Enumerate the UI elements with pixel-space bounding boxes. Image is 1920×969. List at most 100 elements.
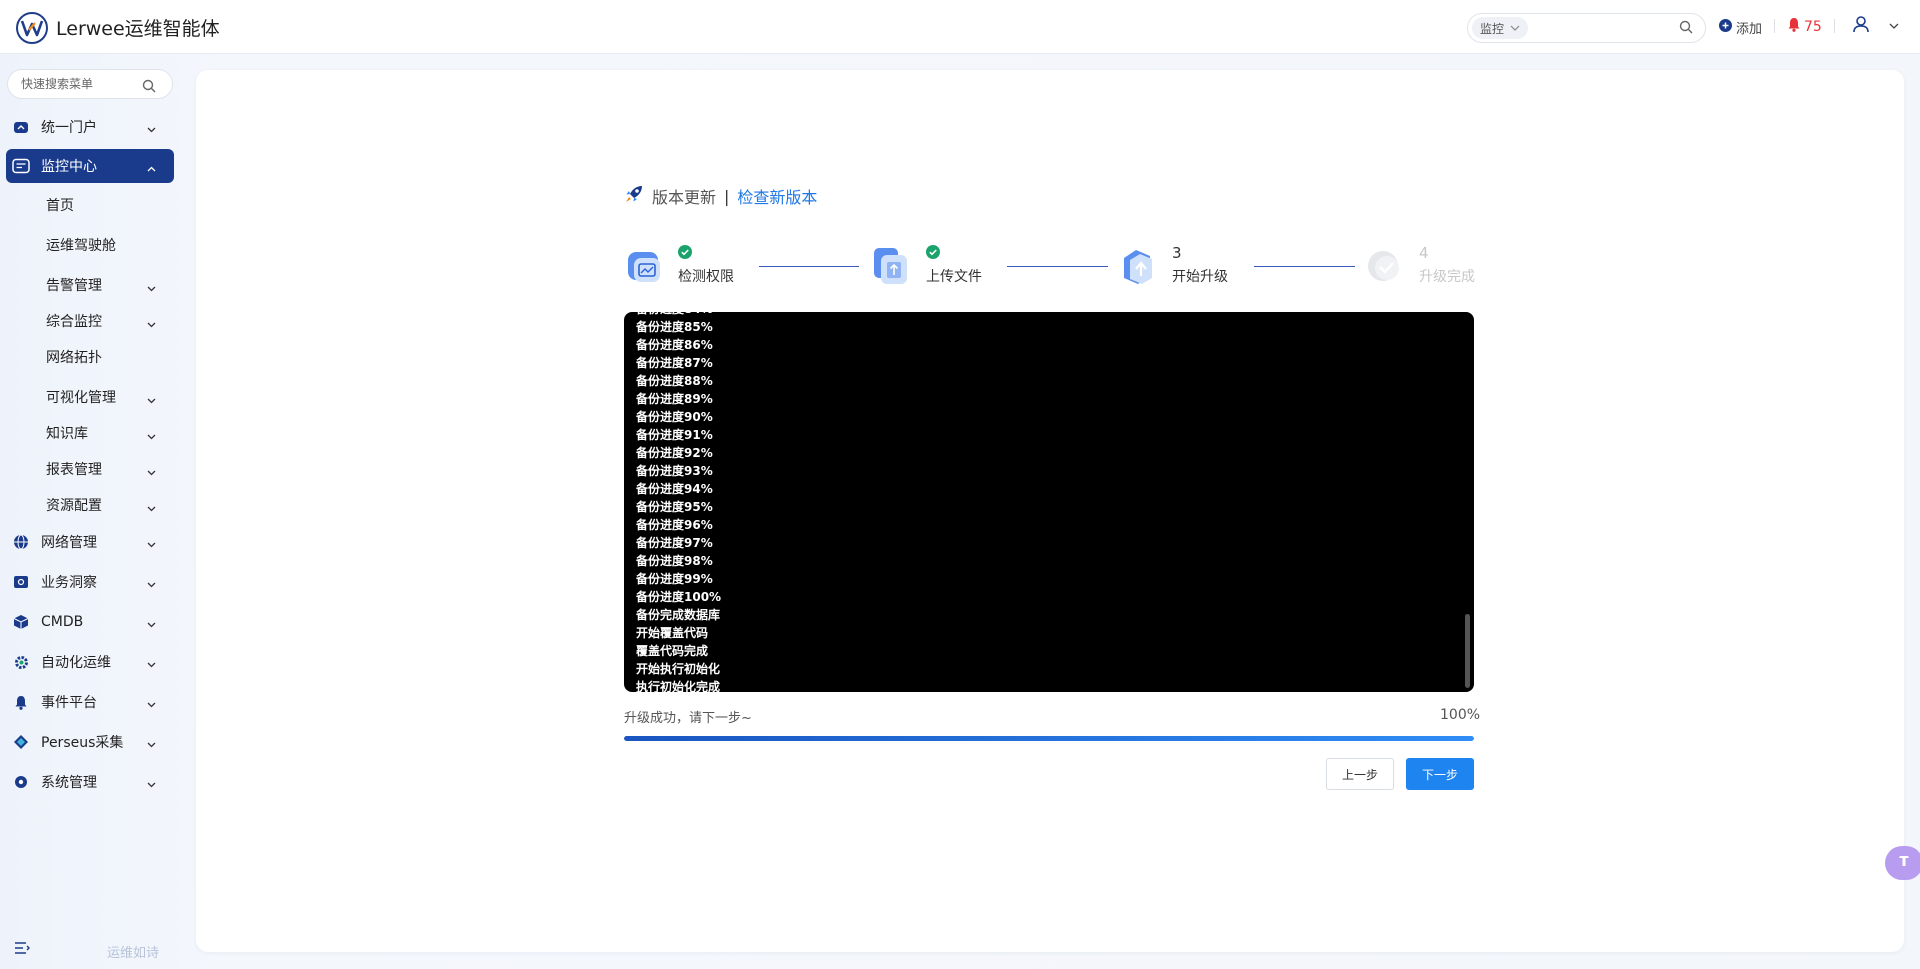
sidebar-item-monitor-center[interactable]: 监控中心 [6, 149, 174, 183]
step-check-permission: 检测权限 [624, 240, 744, 294]
chevron-down-icon [147, 500, 156, 516]
section-title: 版本更新 [652, 188, 717, 207]
complete-check-icon [1365, 246, 1405, 286]
step-upgrade-complete: 4 升级完成 [1365, 240, 1485, 294]
upgrade-log-console[interactable]: 备份进度84%备份进度85%备份进度86%备份进度87%备份进度88%备份进度8… [624, 312, 1474, 692]
console-log-line: 备份进度89% [636, 392, 713, 406]
console-log-line: 开始执行初始化 [636, 662, 721, 676]
step-connector [1007, 266, 1108, 267]
chevron-down-icon [147, 316, 156, 332]
sidebar-subitem-visualization[interactable]: 可视化管理 [6, 382, 174, 412]
alerts-button[interactable]: 75 [1787, 17, 1822, 36]
diamond-grid-icon [12, 733, 30, 751]
console-log-line: 备份进度100% [636, 590, 722, 604]
search-icon[interactable] [1679, 19, 1693, 38]
step-number: 3 [1172, 244, 1182, 262]
header-divider [1834, 19, 1835, 33]
rocket-icon [624, 184, 644, 208]
user-icon [1852, 16, 1870, 37]
sidebar-subitem-network-topology[interactable]: 网络拓扑 [6, 342, 174, 372]
chevron-down-icon [147, 121, 156, 137]
user-avatar-button[interactable] [1852, 15, 1870, 37]
console-log-line: 备份进度98% [636, 554, 713, 568]
sidebar-subitem-label: 综合监控 [46, 314, 102, 330]
insight-icon [12, 573, 30, 591]
sidebar-subitem-knowledge-base[interactable]: 知识库 [6, 418, 174, 448]
sidebar-subitem-integrated-monitoring[interactable]: 综合监控 [6, 306, 174, 336]
search-scope-select[interactable]: 监控 [1472, 17, 1529, 39]
next-step-button[interactable]: 下一步 [1406, 758, 1474, 790]
sidebar-subitem-reports[interactable]: 报表管理 [6, 454, 174, 484]
sidebar-subitem-alert-management[interactable]: 告警管理 [6, 270, 174, 300]
step-label: 上传文件 [926, 269, 982, 285]
upload-file-icon [872, 246, 912, 286]
sidebar: 统一门户 监控中心 首页 运维驾驶舱 告警管理 综合监控 网络拓扑 可视化管理 … [0, 55, 183, 969]
sidebar-item-business-insight[interactable]: 业务洞察 [6, 565, 174, 599]
console-log-line: 备份进度90% [636, 410, 713, 424]
console-log-line: 备份进度95% [636, 500, 713, 514]
chevron-down-icon[interactable] [1889, 21, 1899, 32]
sidebar-footer-text: 运维如诗 [107, 946, 160, 961]
header-divider [1774, 19, 1775, 33]
progress-percent: 100% [1440, 707, 1481, 723]
chevron-down-icon [147, 696, 156, 712]
progress-bar-fill [624, 736, 1474, 741]
console-log-lines: 备份进度84%备份进度85%备份进度86%备份进度87%备份进度88%备份进度8… [636, 312, 1436, 692]
step-start-upgrade: 3 开始升级 [1118, 240, 1238, 294]
logo[interactable] [16, 12, 48, 44]
sidebar-item-label: CMDB [41, 614, 84, 630]
global-search-input[interactable] [1534, 21, 1679, 35]
console-log-line: 开始覆盖代码 [636, 626, 709, 640]
chevron-down-icon [147, 464, 156, 480]
chevron-up-icon [147, 160, 156, 176]
upgrade-steps: 检测权限 上传文件 3 开始升级 4 升级完成 [624, 240, 1475, 294]
console-log-line: 执行初始化完成 [636, 680, 721, 692]
sidebar-item-label: 统一门户 [41, 120, 97, 136]
console-log-line: 备份进度86% [636, 338, 713, 352]
chevron-down-icon [147, 428, 156, 444]
sidebar-subitem-label: 资源配置 [46, 498, 102, 514]
step-label: 检测权限 [678, 269, 734, 285]
step-connector [1254, 266, 1355, 267]
permission-check-icon [624, 246, 664, 286]
sidebar-item-label: 系统管理 [41, 775, 97, 791]
console-scrollbar[interactable] [1465, 614, 1470, 688]
tool-icon [1896, 853, 1912, 873]
floating-tool-button[interactable] [1885, 846, 1920, 880]
sidebar-subitem-label: 运维驾驶舱 [46, 238, 116, 254]
sidebar-subitem-resource-config[interactable]: 资源配置 [6, 490, 174, 520]
add-button[interactable]: 添加 [1719, 18, 1762, 37]
sidebar-item-perseus-collection[interactable]: Perseus采集 [6, 725, 174, 759]
sidebar-subitem-label: 告警管理 [46, 278, 102, 294]
check-circle-icon [678, 244, 692, 259]
check-circle-icon [926, 244, 940, 259]
console-log-line: 备份进度94% [636, 482, 713, 496]
sidebar-subitem-home[interactable]: 首页 [6, 190, 174, 220]
add-label: 添加 [1736, 22, 1763, 37]
console-log-line: 备份完成数据库 [636, 608, 721, 622]
chevron-down-icon [147, 736, 156, 752]
sidebar-item-label: 事件平台 [41, 695, 97, 711]
console-log-line: 备份进度92% [636, 446, 713, 460]
sidebar-item-event-platform[interactable]: 事件平台 [6, 685, 174, 719]
menu-search-input[interactable] [21, 77, 136, 91]
home-icon [12, 118, 30, 136]
search-icon[interactable] [142, 78, 156, 97]
sidebar-subitem-label: 首页 [46, 198, 74, 214]
collapse-menu-icon[interactable] [14, 940, 30, 959]
sidebar-item-cmdb[interactable]: CMDB [6, 605, 174, 639]
app-title: Lerwee运维智能体 [56, 18, 220, 40]
previous-step-button[interactable]: 上一步 [1326, 758, 1394, 790]
title-divider: | [724, 186, 730, 206]
sidebar-subitem-ops-cockpit[interactable]: 运维驾驶舱 [6, 230, 174, 260]
sidebar-item-portal[interactable]: 统一门户 [6, 110, 174, 144]
sidebar-item-automation-ops[interactable]: 自动化运维 [6, 645, 174, 679]
check-new-version-link[interactable]: 检查新版本 [737, 184, 817, 208]
sidebar-item-label: 自动化运维 [41, 655, 111, 671]
sidebar-item-system-management[interactable]: 系统管理 [6, 765, 174, 799]
chevron-down-icon [147, 656, 156, 672]
chevron-down-icon [147, 392, 156, 408]
gear-automation-icon [12, 653, 30, 671]
sidebar-item-network-management[interactable]: 网络管理 [6, 525, 174, 559]
step-connector [759, 266, 859, 267]
